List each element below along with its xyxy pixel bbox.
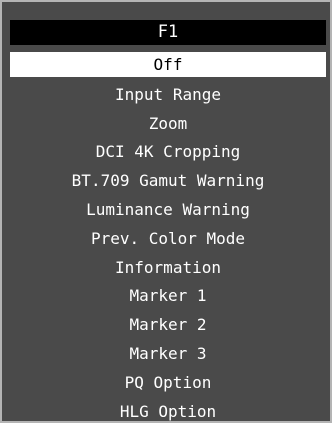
option-prev-color-mode[interactable]: Prev. Color Mode bbox=[10, 225, 326, 254]
option-information[interactable]: Information bbox=[10, 254, 326, 283]
function-options-list: Off Input Range Zoom DCI 4K Cropping BT.… bbox=[10, 52, 326, 421]
osd-menu-panel: F1 Off Input Range Zoom DCI 4K Cropping … bbox=[0, 0, 332, 423]
option-zoom[interactable]: Zoom bbox=[10, 110, 326, 139]
option-hlg-option[interactable]: HLG Option bbox=[10, 398, 326, 421]
option-marker-3[interactable]: Marker 3 bbox=[10, 340, 326, 369]
option-off[interactable]: Off bbox=[10, 52, 326, 77]
option-marker-1[interactable]: Marker 1 bbox=[10, 282, 326, 311]
option-luminance-warning[interactable]: Luminance Warning bbox=[10, 196, 326, 225]
menu-title: F1 bbox=[10, 20, 326, 45]
option-marker-2[interactable]: Marker 2 bbox=[10, 311, 326, 340]
option-bt709-gamut-warning[interactable]: BT.709 Gamut Warning bbox=[10, 167, 326, 196]
option-dci-4k-cropping[interactable]: DCI 4K Cropping bbox=[10, 138, 326, 167]
option-pq-option[interactable]: PQ Option bbox=[10, 369, 326, 398]
option-input-range[interactable]: Input Range bbox=[10, 81, 326, 110]
